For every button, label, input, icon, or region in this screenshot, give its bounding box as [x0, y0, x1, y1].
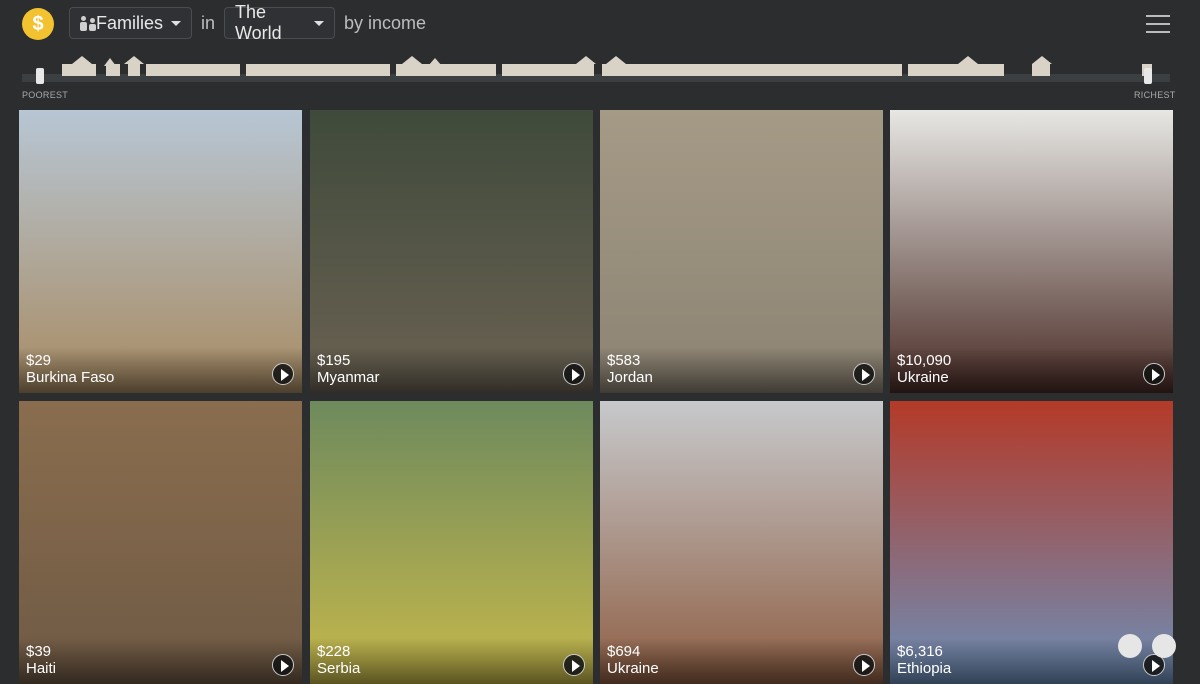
families-label: Families [95, 12, 163, 33]
country-name: Burkina Faso [26, 369, 115, 386]
scroll-up-button[interactable] [1118, 634, 1142, 658]
scroll-down-button[interactable] [1152, 634, 1176, 658]
families-dropdown[interactable]: Families [69, 7, 192, 39]
region-dropdown[interactable]: The World [224, 2, 335, 43]
play-icon[interactable] [272, 654, 294, 676]
top-bar: $ Families in The World by income [0, 0, 1200, 48]
income-value: $39 [26, 643, 52, 660]
country-name: Jordan [607, 369, 653, 386]
richest-label: RICHEST [1134, 90, 1176, 100]
income-value: $6,316 [897, 643, 943, 660]
chevron-down-icon [314, 20, 324, 26]
dollar-street-logo[interactable]: $ [22, 8, 54, 40]
scroll-controls [1118, 634, 1176, 658]
income-value: $10,090 [897, 352, 952, 369]
play-icon[interactable] [1143, 363, 1165, 385]
income-value: $29 [26, 352, 52, 369]
family-card[interactable]: $39 Haiti [19, 401, 302, 684]
country-name: Ukraine [607, 660, 659, 677]
family-card[interactable]: $228 Serbia [310, 401, 593, 684]
hamburger-menu-icon[interactable] [1146, 14, 1170, 34]
play-icon[interactable] [563, 363, 585, 385]
country-name: Serbia [317, 660, 361, 677]
family-card[interactable]: $583 Jordan [600, 110, 883, 393]
by-income-label: by income [344, 13, 427, 33]
income-value: $694 [607, 643, 641, 660]
poorest-label: POOREST [22, 90, 69, 100]
country-name: Myanmar [317, 369, 380, 386]
family-card[interactable]: $29 Burkina Faso [19, 110, 302, 393]
family-icon [80, 15, 96, 31]
play-icon[interactable] [853, 654, 875, 676]
family-card[interactable]: $195 Myanmar [310, 110, 593, 393]
country-name: Ethiopia [897, 660, 952, 677]
income-value: $228 [317, 643, 351, 660]
play-icon[interactable] [272, 363, 294, 385]
play-icon[interactable] [563, 654, 585, 676]
in-label: in [201, 13, 216, 33]
chevron-down-icon [171, 20, 181, 26]
country-name: Ukraine [897, 369, 949, 386]
country-name: Haiti [26, 660, 57, 677]
richest-slider-handle[interactable] [1144, 68, 1152, 84]
income-value: $195 [317, 352, 351, 369]
income-slider[interactable]: POOREST RICHEST [22, 52, 1175, 100]
poorest-slider-handle[interactable] [36, 68, 44, 84]
family-card[interactable]: $10,090 Ukraine [890, 110, 1173, 393]
family-card[interactable]: $694 Ukraine [600, 401, 883, 684]
houses-skyline [62, 56, 1152, 76]
income-value: $583 [607, 352, 641, 369]
region-label: The World [235, 2, 282, 43]
play-icon[interactable] [853, 363, 875, 385]
